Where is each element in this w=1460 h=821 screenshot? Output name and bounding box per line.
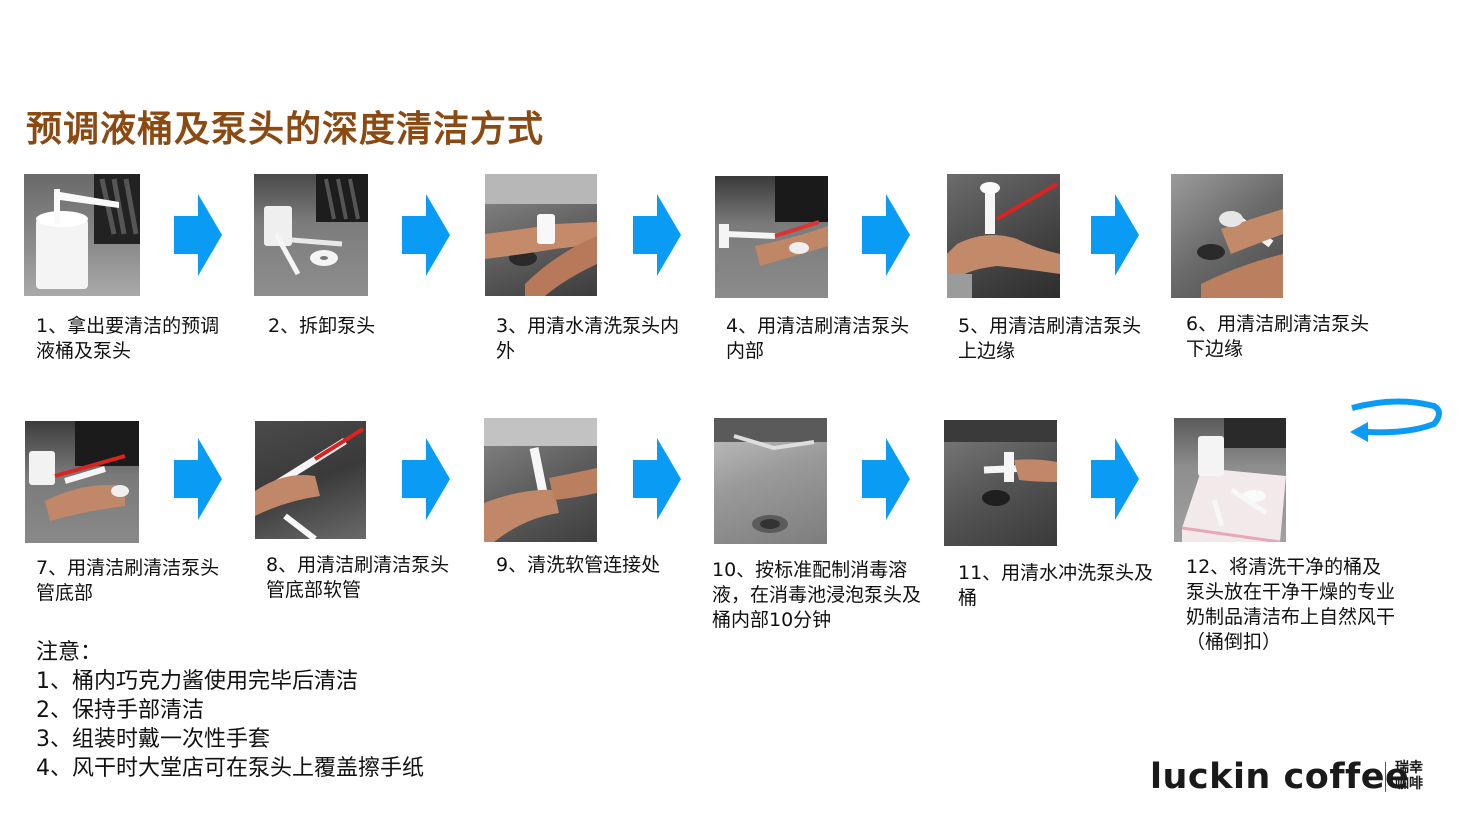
logo-divider bbox=[1385, 762, 1386, 792]
arrow-right-icon bbox=[633, 438, 681, 520]
step-4-photo bbox=[715, 176, 828, 298]
arrow-right-icon bbox=[1091, 194, 1139, 276]
arrow-right-icon bbox=[402, 438, 450, 520]
step-12-caption: 12、将清洗干净的桶及泵头放在干净干燥的专业奶制品清洁布上自然风干（桶倒扣） bbox=[1186, 556, 1396, 653]
step-11-photo bbox=[944, 420, 1057, 546]
step-9-caption: 9、清洗软管连接处 bbox=[496, 554, 661, 576]
arrow-right-icon bbox=[862, 438, 910, 520]
step-3-caption: 3、用清水清洗泵头内外 bbox=[496, 315, 680, 362]
arrow-right-icon bbox=[633, 194, 681, 276]
step-11-caption: 11、用清水冲洗泵头及桶 bbox=[958, 562, 1154, 609]
note-item: 1、桶内巧克力酱使用完毕后清洁 bbox=[36, 669, 358, 694]
step-5-caption: 5、用清洁刷清洁泵头上边缘 bbox=[958, 315, 1142, 362]
arrow-right-icon bbox=[174, 438, 222, 520]
arrow-right-icon bbox=[402, 194, 450, 276]
step-8-caption: 8、用清洁刷清洁泵头管底部软管 bbox=[266, 554, 450, 601]
notes-section: 注意： 1、桶内巧克力酱使用完毕后清洁 2、保持手部清洁 3、组装时戴一次性手套… bbox=[36, 638, 424, 783]
logo-wordmark: luckin coffee bbox=[1150, 757, 1410, 797]
step-2-caption: 2、拆卸泵头 bbox=[268, 315, 376, 337]
note-item: 3、组装时戴一次性手套 bbox=[36, 727, 270, 752]
step-8-photo bbox=[255, 421, 366, 539]
step-2-photo bbox=[254, 174, 368, 296]
step-7-photo bbox=[25, 421, 139, 543]
step-4-caption: 4、用清洁刷清洁泵头内部 bbox=[726, 315, 910, 362]
note-item: 2、保持手部清洁 bbox=[36, 698, 204, 723]
step-10-photo bbox=[714, 418, 827, 544]
step-12-photo bbox=[1174, 418, 1286, 542]
step-3-photo bbox=[485, 174, 597, 296]
arrow-right-icon bbox=[862, 194, 910, 276]
step-6-photo bbox=[1171, 174, 1283, 298]
step-6-caption: 6、用清洁刷清洁泵头下边缘 bbox=[1186, 313, 1370, 360]
notes-heading: 注意： bbox=[36, 640, 103, 665]
step-7-caption: 7、用清洁刷清洁泵头管底部 bbox=[36, 557, 220, 604]
return-arrow-icon bbox=[1348, 396, 1442, 444]
arrow-right-icon bbox=[1091, 438, 1139, 520]
note-item: 4、风干时大堂店可在泵头上覆盖擦手纸 bbox=[36, 756, 424, 781]
step-5-photo bbox=[947, 174, 1060, 298]
step-9-photo bbox=[484, 418, 597, 542]
logo-chinese: 瑞幸咖啡 bbox=[1395, 760, 1423, 792]
step-1-photo bbox=[24, 174, 140, 296]
arrow-right-icon bbox=[174, 194, 222, 276]
step-10-caption: 10、按标准配制消毒溶液，在消毒池浸泡泵头及桶内部10分钟 bbox=[712, 559, 922, 631]
step-1-caption: 1、拿出要清洁的预调液桶及泵头 bbox=[36, 315, 220, 362]
page-title: 预调液桶及泵头的深度清洁方式 bbox=[26, 109, 545, 150]
